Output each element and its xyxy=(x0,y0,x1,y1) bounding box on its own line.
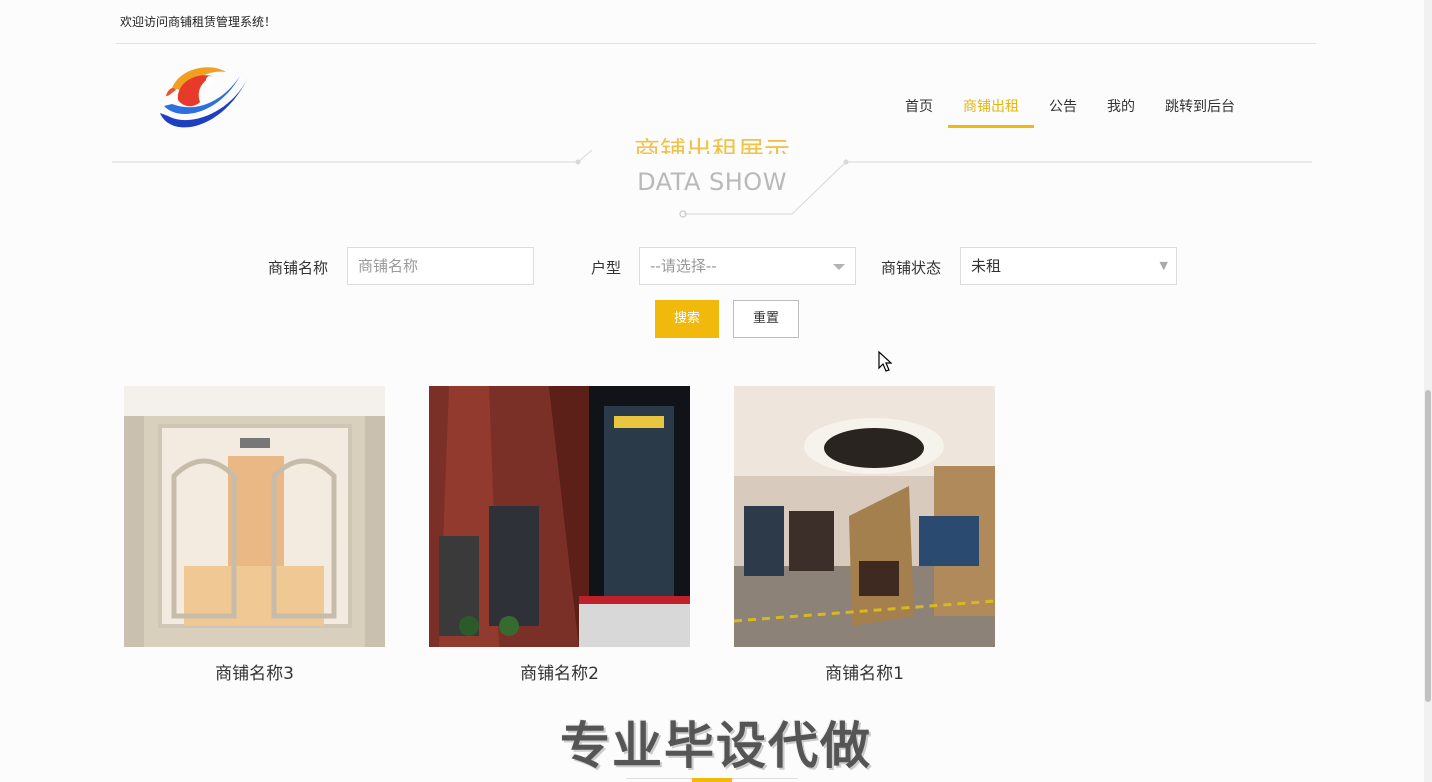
nav-shop-rent[interactable]: 商铺出租 xyxy=(948,88,1034,128)
vertical-scrollbar[interactable] xyxy=(1424,0,1432,782)
shop-status-label: 商铺状态 xyxy=(881,259,942,277)
shop-name-input[interactable] xyxy=(347,247,534,285)
nav-mine[interactable]: 我的 xyxy=(1092,88,1150,128)
reset-button[interactable]: 重置 xyxy=(733,300,799,338)
listing-name[interactable]: 商铺名称1 xyxy=(734,659,995,684)
shop-status-select[interactable]: 未租 ▼ xyxy=(960,247,1177,285)
listing-image[interactable] xyxy=(734,386,995,647)
room-type-value: --请选择-- xyxy=(650,257,717,275)
section-divider-accent xyxy=(692,778,732,782)
listing-card[interactable]: 商铺名称1 xyxy=(734,386,995,684)
nav-notice[interactable]: 公告 xyxy=(1034,88,1092,128)
main-nav: 首页 商铺出租 公告 我的 跳转到后台 xyxy=(890,88,1250,128)
search-button[interactable]: 搜索 xyxy=(655,300,719,338)
room-type-label: 户型 xyxy=(591,259,622,277)
shop-status-value: 未租 xyxy=(971,257,1002,275)
listing-card[interactable]: 商铺名称2 xyxy=(429,386,690,684)
mouse-cursor-icon xyxy=(878,351,893,372)
top-bar: 欢迎访问商铺租赁管理系统！ xyxy=(116,0,1316,44)
chevron-down-icon xyxy=(833,264,845,270)
watermark-text: 专业毕设代做 xyxy=(560,717,872,775)
nav-admin[interactable]: 跳转到后台 xyxy=(1150,88,1250,128)
shop-name-label: 商铺名称 xyxy=(268,259,329,277)
listing-image[interactable] xyxy=(429,386,690,647)
welcome-text: 欢迎访问商铺租赁管理系统！ xyxy=(120,15,277,29)
chevron-down-icon: ▼ xyxy=(1159,259,1168,272)
room-type-select[interactable]: --请选择-- xyxy=(639,247,856,285)
listing-image[interactable] xyxy=(124,386,385,647)
scrollbar-thumb[interactable] xyxy=(1425,390,1431,702)
section-title-en: DATA SHOW xyxy=(637,168,787,196)
section-divider xyxy=(626,778,798,782)
nav-home[interactable]: 首页 xyxy=(890,88,948,128)
listing-card[interactable]: 商铺名称3 xyxy=(124,386,385,684)
listing-name[interactable]: 商铺名称2 xyxy=(429,659,690,684)
section-title-cn: 商铺出租展示 xyxy=(633,137,790,154)
listing-name[interactable]: 商铺名称3 xyxy=(124,659,385,684)
